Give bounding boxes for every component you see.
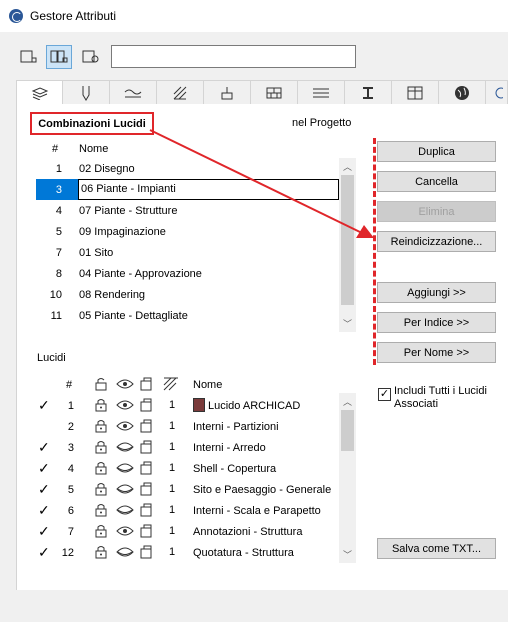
lucido-name: Shell - Copertura <box>193 462 277 475</box>
lucido-num: 4 <box>67 462 74 475</box>
lucido-row[interactable]: ✓ 7 1 Annotazioni - Struttura <box>36 521 339 542</box>
wireframe-icon[interactable] <box>139 398 153 415</box>
lock-icon[interactable] <box>94 524 108 541</box>
lucido-num: 3 <box>67 441 74 454</box>
lucidi-list: # Nome ✓ 1 1 Lucido ARCHICAD 2 1 Interni - Par… <box>36 375 356 563</box>
lucido-row[interactable]: ✓ 6 1 Interni - Scala e Parapetto <box>36 500 339 521</box>
salva-txt-button[interactable]: Salva come TXT... <box>377 538 496 559</box>
eye-closed-icon[interactable] <box>116 462 134 477</box>
intersection-group-value[interactable]: 1 <box>169 399 175 411</box>
lucido-name: Quotatura - Struttura <box>193 546 294 559</box>
lucidi-scrollbar[interactable]: ︿ ﹀ <box>339 393 356 563</box>
lucido-row[interactable]: ✓ 3 1 Interni - Arredo <box>36 437 339 458</box>
eye-open-icon[interactable] <box>116 399 134 414</box>
includi-lucidi-label: Includi Tutti i Lucidi Associati <box>394 385 487 410</box>
lock-icon[interactable] <box>94 482 108 499</box>
lock-column-icon <box>95 378 107 391</box>
intersection-group-value[interactable]: 1 <box>169 546 175 558</box>
lucido-row[interactable]: ✓ 4 1 Shell - Copertura <box>36 458 339 479</box>
eye-closed-icon[interactable] <box>116 441 134 456</box>
wireframe-icon[interactable] <box>139 503 153 520</box>
includi-lucidi-checkbox[interactable]: ✓ <box>378 388 391 401</box>
wireframe-icon[interactable] <box>139 461 153 478</box>
intersection-group-value[interactable]: 1 <box>169 504 175 516</box>
intersection-group-value[interactable]: 1 <box>169 462 175 474</box>
archicad-layer-icon <box>193 398 205 412</box>
lucido-num: 6 <box>67 504 74 517</box>
lucido-num: 12 <box>61 546 74 559</box>
lucidi-col-name: Nome <box>193 379 223 391</box>
lock-icon[interactable] <box>94 440 108 457</box>
lucido-name: Annotazioni - Struttura <box>193 525 303 538</box>
lock-icon[interactable] <box>94 461 108 478</box>
lock-icon[interactable] <box>94 545 108 562</box>
eye-closed-icon[interactable] <box>116 546 134 561</box>
lucido-num: 5 <box>67 483 74 496</box>
intersection-group-value[interactable]: 1 <box>169 525 175 537</box>
lucido-num: 7 <box>67 525 74 538</box>
lucido-row[interactable]: ✓ 5 1 Sito e Paesaggio - Generale <box>36 479 339 500</box>
lucidi-title: Lucidi <box>37 352 66 364</box>
eye-column-icon <box>116 379 134 389</box>
lucidi-scroll-up-button[interactable]: ︿ <box>339 393 356 410</box>
lucido-num: 1 <box>67 399 74 412</box>
intersection-group-value[interactable]: 1 <box>169 420 175 432</box>
lock-icon[interactable] <box>94 419 108 436</box>
lucido-name: Interni - Scala e Parapetto <box>193 504 321 517</box>
lucido-name: Lucido ARCHICAD <box>208 399 301 412</box>
intersection-group-column-icon <box>163 377 178 391</box>
lucidi-scroll-down-button[interactable]: ﹀ <box>339 546 356 563</box>
eye-open-icon[interactable] <box>116 525 134 540</box>
lucido-row[interactable]: 2 1 Interni - Partizioni <box>36 416 339 437</box>
lucido-row[interactable]: ✓ 12 1 Quotatura - Struttura <box>36 542 339 563</box>
intersection-group-value[interactable]: 1 <box>169 483 175 495</box>
wireframe-column-icon <box>140 377 152 391</box>
lucido-row[interactable]: ✓ 1 1 Lucido ARCHICAD <box>36 395 339 416</box>
lucidi-scroll-thumb[interactable] <box>341 410 354 451</box>
wireframe-icon[interactable] <box>139 545 153 562</box>
lucidi-col-num: # <box>66 379 73 391</box>
lock-icon[interactable] <box>94 398 108 415</box>
wireframe-icon[interactable] <box>139 524 153 541</box>
lucido-name: Sito e Paesaggio - Generale <box>193 483 332 496</box>
wireframe-icon[interactable] <box>139 419 153 436</box>
eye-closed-icon[interactable] <box>116 504 134 519</box>
intersection-group-value[interactable]: 1 <box>169 441 175 453</box>
wireframe-icon[interactable] <box>139 482 153 499</box>
lucido-name: Interni - Partizioni <box>193 420 279 433</box>
eye-closed-icon[interactable] <box>116 483 134 498</box>
lucido-name: Interni - Arredo <box>193 441 266 454</box>
lock-icon[interactable] <box>94 503 108 520</box>
eye-open-icon[interactable] <box>116 420 134 435</box>
wireframe-icon[interactable] <box>139 440 153 457</box>
lucido-num: 2 <box>67 420 74 433</box>
